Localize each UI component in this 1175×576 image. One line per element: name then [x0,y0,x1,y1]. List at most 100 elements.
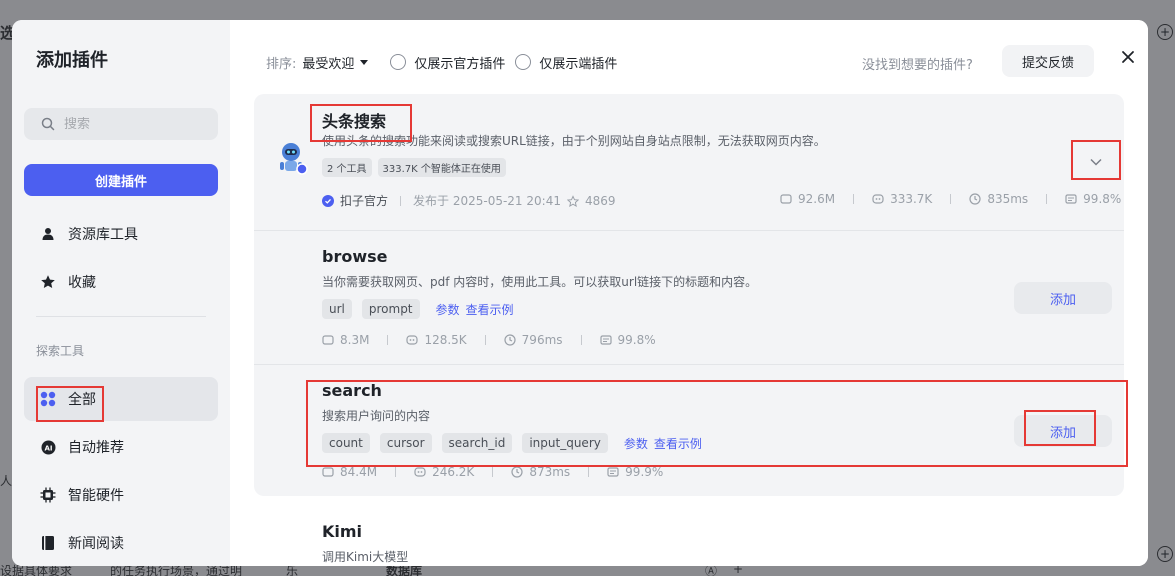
stat-latency: 873ms [529,465,571,479]
meta-separator [395,467,397,477]
params-link[interactable]: 参数 [624,435,648,452]
bg-add-icon: + [1157,546,1173,562]
radio-device-only[interactable]: 仅展示端插件 [515,53,617,72]
success-rate-icon [1065,193,1077,205]
caret-down-icon [360,55,369,70]
svg-text:AI: AI [44,444,52,452]
params-link[interactable]: 参数 [436,301,460,318]
create-plugin-button[interactable]: 创建插件 [24,164,218,196]
plugin-list: 头条搜索 使用头条的搜索功能来阅读或搜索URL链接，由于个别网站自身站点限制，无… [254,94,1124,496]
plugin-card-browse[interactable]: browse 当你需要获取网页、pdf 内容时，使用此工具。可以获取url链接下… [254,230,1124,364]
bot-count-icon [406,334,419,346]
radio-official-only[interactable]: 仅展示官方插件 [390,53,505,72]
sidebar-item-favorites[interactable]: 收藏 [24,260,218,304]
add-plugin-button[interactable]: 添加 [1014,415,1112,447]
sidebar-item-library-tools[interactable]: 资源库工具 [24,212,218,256]
param-tag: prompt [361,299,420,319]
official-badge-icon [322,194,334,207]
grid-icon [40,391,56,407]
stat-success-rate: 99.9% [625,465,664,479]
sidebar-item-auto-recommend[interactable]: AI 自动推荐 [24,425,218,469]
sort-value: 最受欢迎 [302,56,355,72]
plugin-description: 调用Kimi大模型 [322,550,409,564]
calls-icon [780,193,792,205]
clock-icon [511,466,523,478]
plugin-description: 使用头条的搜索功能来阅读或搜索URL链接，由于个别网站自身站点限制，无法获取网页… [322,134,826,148]
meta-separator [588,467,590,477]
close-icon [1121,49,1135,68]
person-icon [40,226,56,242]
radio-label: 仅展示官方插件 [414,56,506,72]
param-tag: url [322,299,352,319]
filter-bar: 排序: 最受欢迎 仅展示官方插件 仅展示端插件 [266,44,1126,80]
plugin-stats: 84.4M 246.2K 873ms 99.9% [322,465,663,479]
sidebar-search[interactable] [24,108,218,140]
radio-label: 仅展示端插件 [539,56,618,72]
sidebar-item-label: 收藏 [68,275,96,291]
ai-icon: AI [40,439,56,455]
meta-separator [853,194,855,204]
usage-badge: 333.7K 个智能体正在使用 [377,158,506,177]
meta-separator [400,195,402,206]
clock-icon [504,334,516,346]
tool-count-badge: 2 个工具 [322,158,372,177]
plugin-card-search[interactable]: search 搜索用户询问的内容 count cursor search_id … [254,364,1124,496]
plugin-stats: 8.3M 128.5K 796ms 99.8% [322,333,656,347]
submit-feedback-button[interactable]: 提交反馈 [1002,45,1094,77]
stat-bots: 333.7K [890,192,933,206]
plugin-card-kimi[interactable]: Kimi 调用Kimi大模型 [254,508,1124,566]
plugin-name: Kimi [322,522,363,541]
plugin-name: 头条搜索 [322,112,387,131]
stat-calls: 92.6M [798,192,836,206]
no-find-text: 没找到想要的插件? [862,58,973,73]
meta-separator [950,194,952,204]
view-example-link[interactable]: 查看示例 [466,301,514,318]
add-plugin-modal: 添加插件 创建插件 资源库工具 收藏 探索工具 全部 [12,20,1148,566]
plugin-card-toutiao-search[interactable]: 头条搜索 使用头条的搜索功能来阅读或搜索URL链接，由于个别网站自身站点限制，无… [254,94,1124,230]
meta-separator [484,335,486,345]
modal-sidebar: 添加插件 创建插件 资源库工具 收藏 探索工具 全部 [12,20,230,566]
meta-separator [580,335,582,345]
search-input[interactable] [64,116,194,132]
publish-date: 发布于 2025-05-21 20:41 [413,194,561,208]
stat-bots: 246.2K [432,465,475,479]
robot-avatar-icon [274,140,310,176]
sort-dropdown[interactable]: 最受欢迎 [302,53,369,72]
sidebar-item-news-reading[interactable]: 新闻阅读 [24,521,218,565]
publisher-name: 扣子官方 [340,194,389,208]
stat-success-rate: 99.8% [1083,192,1122,206]
success-rate-icon [607,466,619,478]
sidebar-item-label: 资源库工具 [68,227,138,243]
modal-main: 排序: 最受欢迎 仅展示官方插件 仅展示端插件 没找到想要的插件? 提交反馈 头… [230,20,1148,566]
plugin-description: 当你需要获取网页、pdf 内容时，使用此工具。可以获取url链接下的标题和内容。 [322,275,758,289]
stat-calls: 84.4M [340,465,378,479]
stat-success-rate: 99.8% [617,333,656,347]
param-tag: input_query [522,433,608,453]
success-rate-icon [599,334,612,346]
param-tag: count [322,433,370,453]
plugin-params: url prompt 参数 查看示例 [322,299,514,319]
param-tag: search_id [441,433,513,453]
meta-separator [1046,194,1048,204]
sidebar-item-all[interactable]: 全部 [24,377,218,421]
expand-button[interactable] [1080,144,1112,176]
modal-title: 添加插件 [36,50,108,71]
close-modal-button[interactable] [1116,46,1140,70]
plugin-name: browse [322,247,388,266]
add-plugin-button[interactable]: 添加 [1014,282,1112,314]
meta-separator [492,467,494,477]
bg-add-icon: + [1157,24,1173,40]
bot-count-icon [414,466,426,478]
view-example-link[interactable]: 查看示例 [654,435,702,452]
sidebar-section-label: 探索工具 [36,344,85,358]
sort-label: 排序: [266,56,297,72]
bot-count-icon [872,193,884,205]
star-icon [40,274,56,290]
plugin-params: count cursor search_id input_query 参数 查看… [322,433,702,453]
plugin-description: 搜索用户询问的内容 [322,409,431,423]
sidebar-item-smart-hardware[interactable]: 智能硬件 [24,473,218,517]
plugin-meta: 扣子官方 发布于 2025-05-21 20:41 4869 [322,192,616,209]
param-tag: cursor [379,433,432,453]
stat-latency: 796ms [521,333,563,347]
meta-separator [387,335,389,345]
